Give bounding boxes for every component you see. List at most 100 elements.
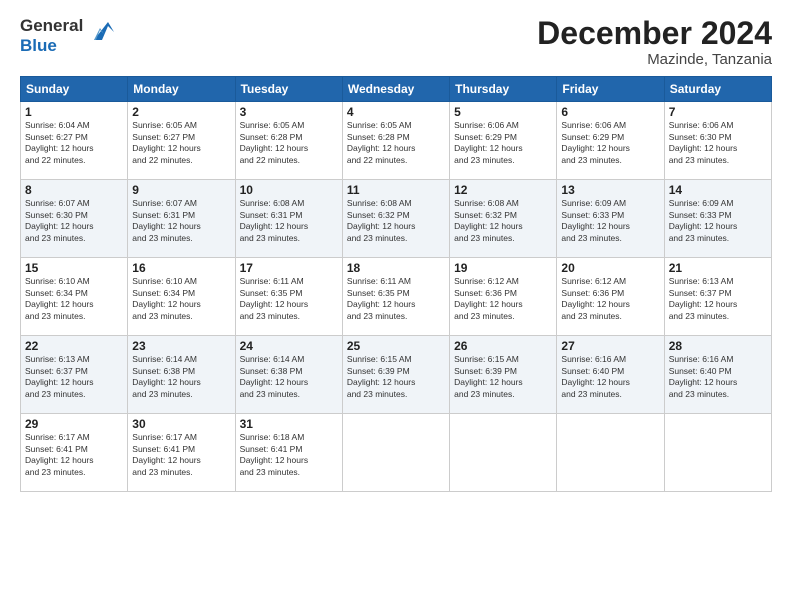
day-detail: Sunrise: 6:10 AMSunset: 6:34 PMDaylight:…: [132, 276, 230, 322]
day-detail: Sunrise: 6:12 AMSunset: 6:36 PMDaylight:…: [561, 276, 659, 322]
day-detail: Sunrise: 6:07 AMSunset: 6:30 PMDaylight:…: [25, 198, 123, 244]
calendar-body: 1Sunrise: 6:04 AMSunset: 6:27 PMDaylight…: [21, 102, 772, 492]
empty-cell: [450, 414, 557, 492]
day-cell-5: 5Sunrise: 6:06 AMSunset: 6:29 PMDaylight…: [450, 102, 557, 180]
day-number: 23: [132, 339, 230, 353]
day-number: 3: [240, 105, 338, 119]
day-cell-16: 16Sunrise: 6:10 AMSunset: 6:34 PMDayligh…: [128, 258, 235, 336]
day-detail: Sunrise: 6:13 AMSunset: 6:37 PMDaylight:…: [25, 354, 123, 400]
day-number: 1: [25, 105, 123, 119]
day-detail: Sunrise: 6:12 AMSunset: 6:36 PMDaylight:…: [454, 276, 552, 322]
day-detail: Sunrise: 6:14 AMSunset: 6:38 PMDaylight:…: [132, 354, 230, 400]
logo-general: General: [20, 16, 83, 35]
day-detail: Sunrise: 6:08 AMSunset: 6:32 PMDaylight:…: [454, 198, 552, 244]
day-cell-10: 10Sunrise: 6:08 AMSunset: 6:31 PMDayligh…: [235, 180, 342, 258]
day-cell-9: 9Sunrise: 6:07 AMSunset: 6:31 PMDaylight…: [128, 180, 235, 258]
day-number: 25: [347, 339, 445, 353]
day-detail: Sunrise: 6:16 AMSunset: 6:40 PMDaylight:…: [561, 354, 659, 400]
day-number: 21: [669, 261, 767, 275]
day-cell-31: 31Sunrise: 6:18 AMSunset: 6:41 PMDayligh…: [235, 414, 342, 492]
day-detail: Sunrise: 6:14 AMSunset: 6:38 PMDaylight:…: [240, 354, 338, 400]
day-number: 28: [669, 339, 767, 353]
day-cell-11: 11Sunrise: 6:08 AMSunset: 6:32 PMDayligh…: [342, 180, 449, 258]
day-detail: Sunrise: 6:16 AMSunset: 6:40 PMDaylight:…: [669, 354, 767, 400]
col-header-friday: Friday: [557, 77, 664, 102]
day-detail: Sunrise: 6:11 AMSunset: 6:35 PMDaylight:…: [240, 276, 338, 322]
day-cell-18: 18Sunrise: 6:11 AMSunset: 6:35 PMDayligh…: [342, 258, 449, 336]
day-cell-19: 19Sunrise: 6:12 AMSunset: 6:36 PMDayligh…: [450, 258, 557, 336]
day-cell-30: 30Sunrise: 6:17 AMSunset: 6:41 PMDayligh…: [128, 414, 235, 492]
day-detail: Sunrise: 6:18 AMSunset: 6:41 PMDaylight:…: [240, 432, 338, 478]
day-cell-1: 1Sunrise: 6:04 AMSunset: 6:27 PMDaylight…: [21, 102, 128, 180]
day-cell-21: 21Sunrise: 6:13 AMSunset: 6:37 PMDayligh…: [664, 258, 771, 336]
day-cell-3: 3Sunrise: 6:05 AMSunset: 6:28 PMDaylight…: [235, 102, 342, 180]
subtitle: Mazinde, Tanzania: [537, 51, 772, 68]
day-detail: Sunrise: 6:13 AMSunset: 6:37 PMDaylight:…: [669, 276, 767, 322]
day-number: 24: [240, 339, 338, 353]
day-cell-24: 24Sunrise: 6:14 AMSunset: 6:38 PMDayligh…: [235, 336, 342, 414]
day-detail: Sunrise: 6:10 AMSunset: 6:34 PMDaylight:…: [25, 276, 123, 322]
day-detail: Sunrise: 6:06 AMSunset: 6:29 PMDaylight:…: [561, 120, 659, 166]
day-number: 27: [561, 339, 659, 353]
day-cell-8: 8Sunrise: 6:07 AMSunset: 6:30 PMDaylight…: [21, 180, 128, 258]
day-number: 16: [132, 261, 230, 275]
day-number: 10: [240, 183, 338, 197]
calendar-table: SundayMondayTuesdayWednesdayThursdayFrid…: [20, 76, 772, 492]
empty-cell: [557, 414, 664, 492]
day-number: 4: [347, 105, 445, 119]
calendar-header: SundayMondayTuesdayWednesdayThursdayFrid…: [21, 77, 772, 102]
day-number: 22: [25, 339, 123, 353]
page: General Blue December 2024 Mazinde, Tanz…: [0, 0, 792, 612]
col-header-monday: Monday: [128, 77, 235, 102]
day-detail: Sunrise: 6:17 AMSunset: 6:41 PMDaylight:…: [132, 432, 230, 478]
day-number: 2: [132, 105, 230, 119]
day-number: 9: [132, 183, 230, 197]
day-number: 20: [561, 261, 659, 275]
week-row-3: 15Sunrise: 6:10 AMSunset: 6:34 PMDayligh…: [21, 258, 772, 336]
header: General Blue December 2024 Mazinde, Tanz…: [20, 16, 772, 68]
day-detail: Sunrise: 6:09 AMSunset: 6:33 PMDaylight:…: [561, 198, 659, 244]
day-detail: Sunrise: 6:08 AMSunset: 6:31 PMDaylight:…: [240, 198, 338, 244]
week-row-2: 8Sunrise: 6:07 AMSunset: 6:30 PMDaylight…: [21, 180, 772, 258]
day-number: 11: [347, 183, 445, 197]
day-cell-14: 14Sunrise: 6:09 AMSunset: 6:33 PMDayligh…: [664, 180, 771, 258]
day-number: 15: [25, 261, 123, 275]
day-detail: Sunrise: 6:15 AMSunset: 6:39 PMDaylight:…: [454, 354, 552, 400]
day-cell-6: 6Sunrise: 6:06 AMSunset: 6:29 PMDaylight…: [557, 102, 664, 180]
day-cell-4: 4Sunrise: 6:05 AMSunset: 6:28 PMDaylight…: [342, 102, 449, 180]
main-title: December 2024: [537, 16, 772, 51]
day-detail: Sunrise: 6:04 AMSunset: 6:27 PMDaylight:…: [25, 120, 123, 166]
empty-cell: [342, 414, 449, 492]
day-detail: Sunrise: 6:05 AMSunset: 6:28 PMDaylight:…: [240, 120, 338, 166]
day-cell-12: 12Sunrise: 6:08 AMSunset: 6:32 PMDayligh…: [450, 180, 557, 258]
title-block: December 2024 Mazinde, Tanzania: [537, 16, 772, 68]
day-number: 17: [240, 261, 338, 275]
logo-blue: Blue: [20, 36, 57, 55]
day-number: 30: [132, 417, 230, 431]
col-header-thursday: Thursday: [450, 77, 557, 102]
day-detail: Sunrise: 6:06 AMSunset: 6:29 PMDaylight:…: [454, 120, 552, 166]
day-cell-22: 22Sunrise: 6:13 AMSunset: 6:37 PMDayligh…: [21, 336, 128, 414]
week-row-1: 1Sunrise: 6:04 AMSunset: 6:27 PMDaylight…: [21, 102, 772, 180]
day-cell-17: 17Sunrise: 6:11 AMSunset: 6:35 PMDayligh…: [235, 258, 342, 336]
day-cell-27: 27Sunrise: 6:16 AMSunset: 6:40 PMDayligh…: [557, 336, 664, 414]
day-number: 29: [25, 417, 123, 431]
day-detail: Sunrise: 6:15 AMSunset: 6:39 PMDaylight:…: [347, 354, 445, 400]
week-row-4: 22Sunrise: 6:13 AMSunset: 6:37 PMDayligh…: [21, 336, 772, 414]
day-cell-26: 26Sunrise: 6:15 AMSunset: 6:39 PMDayligh…: [450, 336, 557, 414]
day-detail: Sunrise: 6:17 AMSunset: 6:41 PMDaylight:…: [25, 432, 123, 478]
logo: General Blue: [20, 16, 116, 55]
day-cell-23: 23Sunrise: 6:14 AMSunset: 6:38 PMDayligh…: [128, 336, 235, 414]
day-number: 31: [240, 417, 338, 431]
day-cell-13: 13Sunrise: 6:09 AMSunset: 6:33 PMDayligh…: [557, 180, 664, 258]
day-cell-25: 25Sunrise: 6:15 AMSunset: 6:39 PMDayligh…: [342, 336, 449, 414]
day-detail: Sunrise: 6:05 AMSunset: 6:27 PMDaylight:…: [132, 120, 230, 166]
day-number: 13: [561, 183, 659, 197]
col-header-saturday: Saturday: [664, 77, 771, 102]
logo-icon: [86, 14, 116, 49]
day-cell-7: 7Sunrise: 6:06 AMSunset: 6:30 PMDaylight…: [664, 102, 771, 180]
day-detail: Sunrise: 6:07 AMSunset: 6:31 PMDaylight:…: [132, 198, 230, 244]
day-cell-28: 28Sunrise: 6:16 AMSunset: 6:40 PMDayligh…: [664, 336, 771, 414]
day-detail: Sunrise: 6:09 AMSunset: 6:33 PMDaylight:…: [669, 198, 767, 244]
col-header-tuesday: Tuesday: [235, 77, 342, 102]
